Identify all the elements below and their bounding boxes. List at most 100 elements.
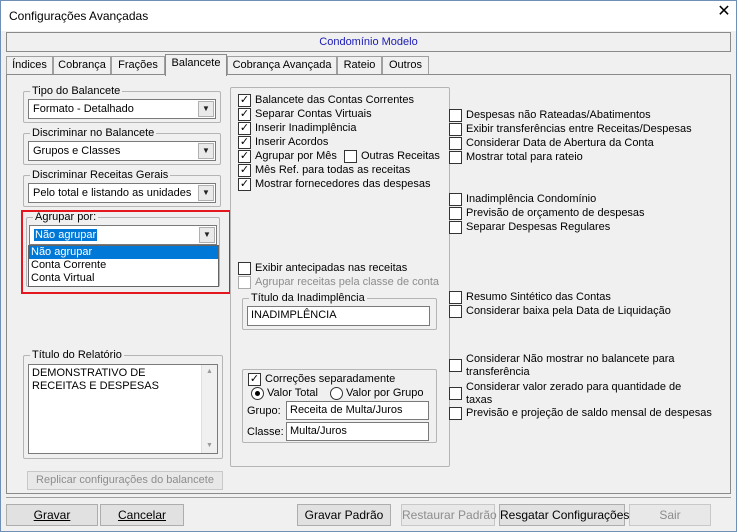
classe-input[interactable]: Multa/Juros bbox=[286, 422, 429, 441]
checkbox-label: Exibir antecipadas nas receitas bbox=[255, 262, 408, 274]
checkbox-separar-despesas-regulares[interactable]: Separar Despesas Regulares bbox=[449, 221, 610, 235]
vertical-scrollbar[interactable]: ▲ ▼ bbox=[201, 365, 217, 453]
tab-label: Cobrança bbox=[58, 59, 106, 71]
titulo-relatorio-group: Título do Relatório DEMONSTRATIVO DE REC… bbox=[23, 348, 223, 459]
chevron-down-icon[interactable]: ▼ bbox=[198, 185, 214, 201]
tab-label: Cobrança Avançada bbox=[232, 59, 332, 71]
tab-indices[interactable]: Índices bbox=[6, 56, 53, 76]
checkbox-inadimplencia-condominio[interactable]: Inadimplência Condomínio bbox=[449, 193, 596, 207]
highlight-rectangle bbox=[21, 210, 231, 294]
resgatar-configuracoes-button[interactable]: Resgatar Configurações bbox=[499, 504, 629, 526]
checkbox-considerar-valor-zerado[interactable]: Considerar valor zerado para quantidade … bbox=[449, 381, 681, 409]
window-title: Configurações Avançadas bbox=[9, 9, 149, 23]
checkbox-correcoes-separadamente[interactable]: ✓ Correções separadamente bbox=[248, 373, 395, 387]
checkbox-label: Separar Despesas Regulares bbox=[466, 221, 611, 233]
settings-window: Configurações Avançadas ✕ Condomínio Mod… bbox=[0, 0, 737, 532]
checkbox-label: Inserir Acordos bbox=[255, 136, 329, 148]
radio-selected-icon bbox=[251, 387, 264, 400]
checkmark-icon: ✓ bbox=[238, 178, 251, 191]
checkbox-label: Inadimplência Condomínio bbox=[466, 193, 597, 205]
radio-valor-por-grupo[interactable]: Valor por Grupo bbox=[330, 387, 423, 401]
tab-label: Balancete bbox=[171, 57, 221, 69]
radio-empty-icon bbox=[330, 387, 343, 400]
radio-valor-total[interactable]: Valor Total bbox=[251, 387, 318, 401]
gravar-button[interactable]: Gravar bbox=[6, 504, 98, 526]
checkbox-label: Resumo Sintético das Contas bbox=[466, 291, 611, 303]
button-label: Resgatar Configurações bbox=[500, 508, 630, 522]
checkbox-label: Outras Receitas bbox=[361, 150, 440, 162]
scroll-up-icon[interactable]: ▲ bbox=[202, 365, 217, 379]
checkbox-label: Mostrar fornecedores das despesas bbox=[255, 178, 431, 190]
checkbox-mostrar-total-rateio[interactable]: Mostrar total para rateio bbox=[449, 151, 583, 165]
empty-checkbox-icon bbox=[449, 207, 462, 220]
textarea-value: DEMONSTRATIVO DE RECEITAS E DESPESAS bbox=[32, 367, 159, 392]
checkbox-label: Agrupar receitas pela classe de conta bbox=[255, 276, 440, 288]
checkbox-label: Exibir transferências entre Receitas/Des… bbox=[466, 123, 692, 135]
tab-rateio[interactable]: Rateio bbox=[337, 56, 382, 76]
checkbox-resumo-sintetico[interactable]: Resumo Sintético das Contas bbox=[449, 291, 611, 305]
chevron-down-icon[interactable]: ▼ bbox=[198, 101, 214, 117]
checkmark-icon: ✓ bbox=[238, 94, 251, 107]
group-label: Discriminar no Balancete bbox=[30, 126, 157, 140]
checkbox-balancete-contas-correntes[interactable]: ✓ Balancete das Contas Correntes bbox=[238, 94, 414, 108]
grupo-input[interactable]: Receita de Multa/Juros bbox=[286, 401, 429, 420]
checkbox-inserir-inadimplencia[interactable]: ✓ Inserir Inadimplência bbox=[238, 122, 357, 136]
button-label: Gravar Padrão bbox=[304, 508, 384, 522]
titulo-inadimplencia-input[interactable]: INADIMPLÊNCIA bbox=[247, 306, 430, 326]
cancelar-button[interactable]: Cancelar bbox=[100, 504, 184, 526]
restaurar-padrao-button[interactable]: Restaurar Padrão bbox=[401, 504, 497, 526]
titulo-relatorio-textarea[interactable]: DEMONSTRATIVO DE RECEITAS E DESPESAS ▲ ▼ bbox=[28, 364, 218, 454]
checkbox-label: Inserir Inadimplência bbox=[255, 122, 357, 134]
tab-outros[interactable]: Outros bbox=[382, 56, 429, 76]
checkbox-inserir-acordos[interactable]: ✓ Inserir Acordos bbox=[238, 136, 328, 150]
checkbox-considerar-nao-mostrar[interactable]: Considerar Não mostrar no balancete para… bbox=[449, 353, 675, 381]
radio-label: Valor Total bbox=[267, 387, 318, 399]
checkbox-agrupar-receitas-classe[interactable]: Agrupar receitas pela classe de conta bbox=[238, 276, 439, 290]
discriminar-receitas-select[interactable]: Pelo total e listando as unidades ▼ bbox=[28, 183, 216, 203]
tab-label: Frações bbox=[118, 59, 158, 71]
checkbox-agrupar-por-mes[interactable]: ✓ Agrupar por Mês bbox=[238, 150, 337, 164]
checkbox-label: Previsão e projeção de saldo mensal de d… bbox=[466, 407, 712, 419]
checkmark-icon: ✓ bbox=[238, 122, 251, 135]
empty-checkbox-icon bbox=[449, 387, 462, 400]
close-icon[interactable]: ✕ bbox=[712, 1, 736, 23]
checkbox-label: Balancete das Contas Correntes bbox=[255, 94, 414, 106]
empty-checkbox-icon bbox=[238, 276, 251, 289]
chevron-down-icon[interactable]: ▼ bbox=[198, 143, 214, 159]
group-label: Título do Relatório bbox=[30, 348, 124, 362]
checkbox-despesas-nao-rateadas[interactable]: Despesas não Rateadas/Abatimentos bbox=[449, 109, 651, 123]
tab-fracoes[interactable]: Frações bbox=[111, 56, 165, 76]
scroll-down-icon[interactable]: ▼ bbox=[202, 439, 217, 453]
tab-balancete[interactable]: Balancete bbox=[165, 54, 227, 76]
tipo-balancete-select[interactable]: Formato - Detalhado ▼ bbox=[28, 99, 216, 119]
checkbox-considerar-data-abertura[interactable]: Considerar Data de Abertura da Conta bbox=[449, 137, 654, 151]
checkbox-mes-ref-receitas[interactable]: ✓ Mês Ref. para todas as receitas bbox=[238, 164, 410, 178]
checkbox-previsao-saldo-mensal[interactable]: Previsão e projeção de saldo mensal de d… bbox=[449, 407, 712, 421]
empty-checkbox-icon bbox=[449, 137, 462, 150]
replicar-configuracoes-button[interactable]: Replicar configurações do balancete bbox=[27, 471, 223, 490]
checkbox-mostrar-fornecedores[interactable]: ✓ Mostrar fornecedores das despesas bbox=[238, 178, 430, 192]
checkbox-label: Correções separadamente bbox=[265, 373, 396, 385]
tab-label: Índices bbox=[12, 59, 47, 71]
empty-checkbox-icon bbox=[449, 305, 462, 318]
checkbox-exibir-antecipadas[interactable]: Exibir antecipadas nas receitas bbox=[238, 262, 407, 276]
checkbox-separar-contas-virtuais[interactable]: ✓ Separar Contas Virtuais bbox=[238, 108, 372, 122]
tab-cobranca-avancada[interactable]: Cobrança Avançada bbox=[227, 56, 337, 76]
checkbox-label: Previsão de orçamento de despesas bbox=[466, 207, 645, 219]
checkbox-exibir-transferencias[interactable]: Exibir transferências entre Receitas/Des… bbox=[449, 123, 692, 137]
sair-button[interactable]: Sair bbox=[629, 504, 711, 526]
checkbox-considerar-baixa-liquidacao[interactable]: Considerar baixa pela Data de Liquidação bbox=[449, 305, 671, 319]
footer-divider bbox=[6, 497, 731, 498]
button-label: Gravar bbox=[33, 508, 71, 522]
tab-cobranca[interactable]: Cobrança bbox=[53, 56, 111, 76]
classe-label: Classe: bbox=[247, 426, 284, 438]
discriminar-balancete-select[interactable]: Grupos e Classes ▼ bbox=[28, 141, 216, 161]
radio-label: Valor por Grupo bbox=[346, 387, 424, 399]
gravar-padrao-button[interactable]: Gravar Padrão bbox=[297, 504, 391, 526]
discriminar-balancete-group: Discriminar no Balancete Grupos e Classe… bbox=[23, 126, 221, 165]
checkmark-icon: ✓ bbox=[238, 164, 251, 177]
checkbox-previsao-orcamento[interactable]: Previsão de orçamento de despesas bbox=[449, 207, 645, 221]
empty-checkbox-icon bbox=[449, 123, 462, 136]
checkbox-outras-receitas[interactable]: Outras Receitas bbox=[344, 150, 440, 164]
checkbox-label: Considerar Data de Abertura da Conta bbox=[466, 137, 654, 149]
